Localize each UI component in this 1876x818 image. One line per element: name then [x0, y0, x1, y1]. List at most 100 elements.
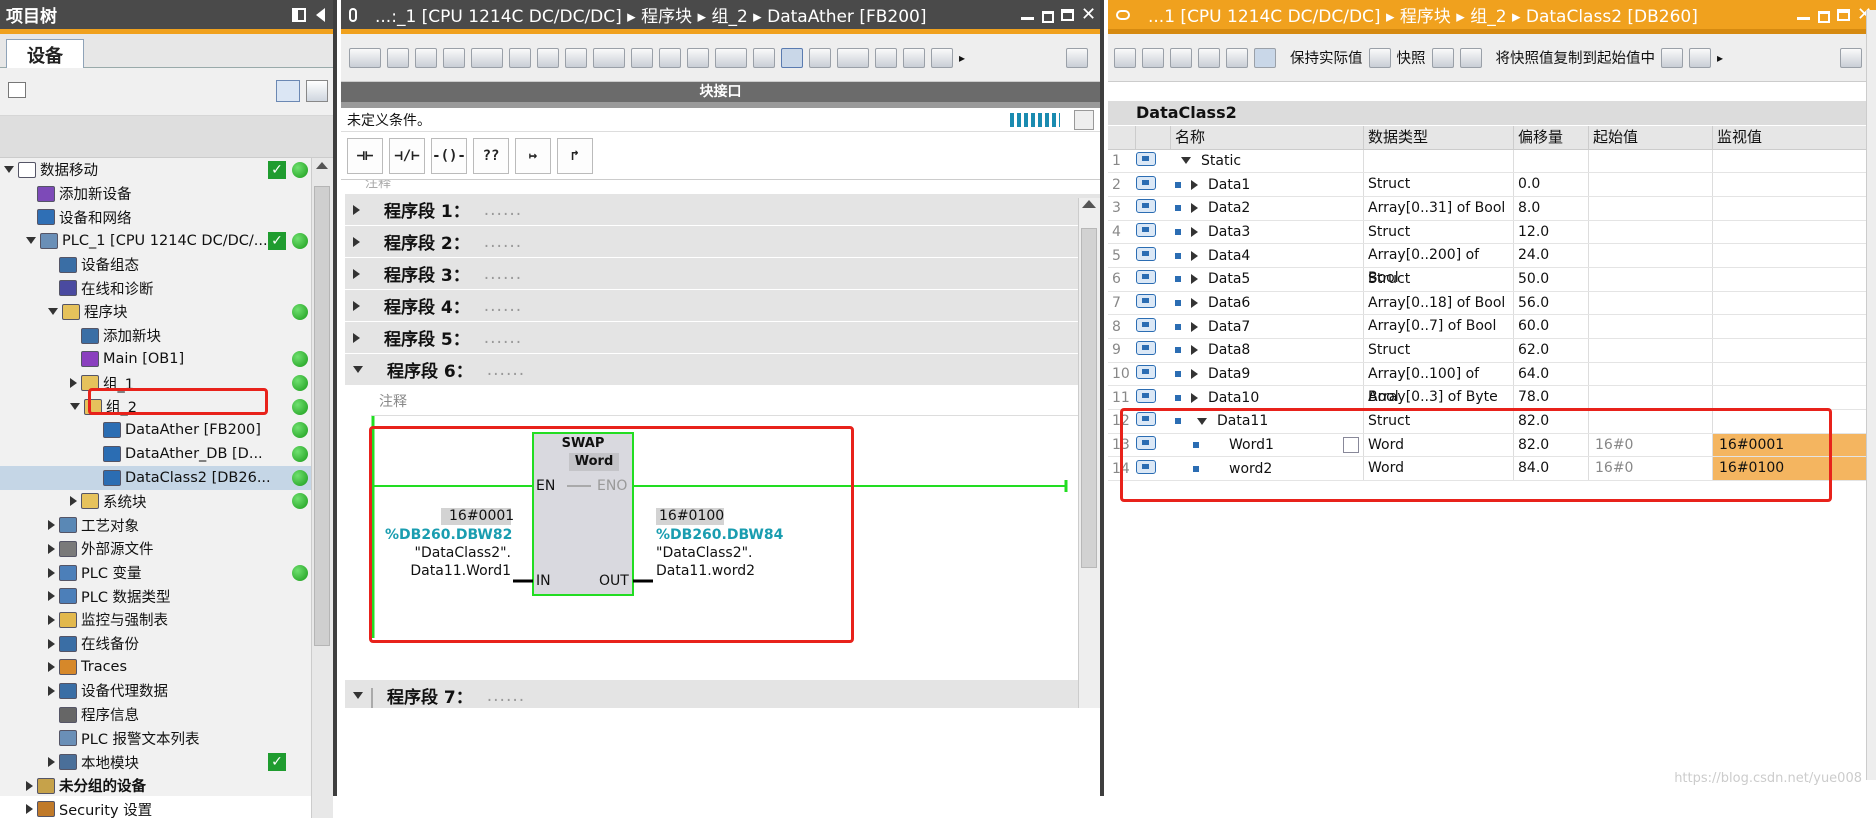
tree-item[interactable]: 程序块 — [0, 300, 333, 324]
open-branch-button[interactable]: ↦ — [515, 137, 551, 174]
tree-item[interactable]: 设备组态 — [0, 253, 333, 277]
tree-item[interactable]: DataClass2 [DB26... — [0, 465, 333, 490]
insert-row-icon[interactable] — [415, 47, 437, 68]
more-icon[interactable]: ▸ — [1717, 51, 1723, 65]
row-start-value[interactable] — [1589, 173, 1713, 196]
keep-actual-values-button[interactable]: 保持实际值 — [1290, 47, 1363, 68]
tree-item[interactable]: Main [OB1] — [0, 348, 333, 372]
add-row-icon[interactable] — [443, 47, 465, 68]
network-title-placeholder[interactable]: ...... — [487, 686, 525, 706]
panel-menu-icon[interactable] — [1066, 47, 1088, 68]
collapsed-arrow-icon[interactable] — [353, 204, 360, 215]
close-icon[interactable]: ✕ — [1081, 5, 1096, 23]
tree-item[interactable]: PLC 报警文本列表 — [0, 727, 333, 751]
collapsed-arrow-icon[interactable] — [48, 757, 55, 768]
row-name[interactable]: Data7 — [1208, 319, 1250, 335]
scroll-up-icon[interactable] — [1082, 200, 1096, 208]
row-datatype[interactable]: Struct — [1364, 267, 1514, 291]
collapsed-arrow-icon[interactable] — [70, 496, 77, 507]
go-to-icon[interactable] — [509, 47, 531, 68]
network-title-placeholder[interactable]: ...... — [487, 360, 525, 380]
close-branch-button[interactable]: ↱ — [557, 137, 593, 174]
scroll-thumb[interactable] — [314, 186, 330, 646]
table-view-icon[interactable] — [306, 80, 328, 102]
row-start-value[interactable] — [1589, 196, 1713, 220]
row-start-value[interactable] — [1589, 315, 1713, 338]
favorites-icon[interactable] — [781, 47, 803, 68]
restore-icon[interactable] — [1817, 9, 1830, 23]
row-name[interactable]: Data6 — [1208, 295, 1250, 311]
maximize-icon[interactable] — [1061, 8, 1074, 21]
collapsed-arrow-icon[interactable] — [48, 638, 55, 649]
tree-item[interactable]: 设备和网络 — [0, 205, 333, 229]
row-start-value[interactable] — [1589, 267, 1713, 291]
maximize-icon[interactable] — [1837, 8, 1850, 21]
tree-item[interactable]: 未分组的设备 — [0, 774, 333, 798]
absolute-icon[interactable] — [687, 47, 709, 68]
reset-start-icon[interactable] — [1661, 47, 1683, 68]
network-title-placeholder[interactable]: ...... — [484, 296, 522, 316]
list-icon[interactable] — [1226, 47, 1248, 68]
row-name[interactable]: Data8 — [1208, 342, 1250, 358]
collapsed-arrow-icon[interactable] — [1191, 250, 1198, 261]
db-table-row[interactable]: 8 Data7 Array[0..7] of Bool 60.0 — [1108, 315, 1876, 339]
row-name[interactable]: Data1 — [1208, 177, 1250, 193]
restore-icon[interactable] — [1041, 9, 1054, 23]
expanded-arrow-icon[interactable] — [1181, 157, 1191, 165]
comment-icon[interactable] — [659, 47, 681, 68]
row-start-value[interactable] — [1589, 362, 1713, 386]
overview-icon[interactable] — [8, 82, 26, 98]
row-start-value[interactable] — [1589, 220, 1713, 244]
compare-icon[interactable] — [875, 47, 897, 68]
db-table-row[interactable]: 6 Data5 Struct 50.0 — [1108, 267, 1876, 292]
monitor-icon[interactable] — [809, 47, 831, 68]
collapsed-arrow-icon[interactable] — [353, 332, 360, 343]
db-table-row[interactable]: 5 Data4 Array[0..200] of Bool 24.0 — [1108, 244, 1876, 286]
pin-icon[interactable] — [349, 7, 357, 22]
row-name[interactable]: Data3 — [1208, 224, 1250, 240]
tree-item[interactable]: 程序信息 — [0, 703, 333, 727]
row-datatype[interactable]: Array[0..100] of Bool — [1364, 362, 1514, 405]
network-title-placeholder[interactable]: ...... — [484, 264, 522, 284]
tree-item[interactable]: Security 设置 — [0, 798, 333, 818]
tree-item[interactable]: DataAther_DB [D... — [0, 442, 333, 466]
tree-item[interactable]: 外部源文件 — [0, 537, 333, 561]
network-title-placeholder[interactable]: ...... — [484, 200, 522, 220]
collapsed-arrow-icon[interactable] — [26, 804, 33, 815]
expanded-arrow-icon[interactable] — [4, 166, 14, 174]
collapsed-arrow-icon[interactable] — [353, 268, 360, 279]
tree-item[interactable]: PLC 数据类型 — [0, 584, 333, 608]
tree-item[interactable]: 监控与强制表 — [0, 608, 333, 632]
collapsed-arrow-icon[interactable] — [1191, 345, 1198, 356]
monitor-all-icon[interactable] — [1254, 47, 1276, 68]
collapsed-arrow-icon[interactable] — [1191, 392, 1198, 403]
row-name[interactable]: Data5 — [1208, 271, 1250, 287]
tree-item[interactable]: 数据移动 ✓ — [0, 158, 333, 182]
network-title-placeholder[interactable]: ...... — [484, 232, 522, 252]
expanded-arrow-icon[interactable] — [70, 403, 80, 411]
panel-layout-icon[interactable] — [292, 7, 306, 22]
db-table-row[interactable]: 4 Data3 Struct 12.0 — [1108, 220, 1876, 245]
row-datatype[interactable]: Array[0..7] of Bool — [1364, 315, 1514, 338]
tree-item[interactable]: DataAther [FB200] — [0, 419, 333, 443]
network-6-header[interactable]: 程序段 6：...... — [345, 354, 1100, 386]
list-icon[interactable] — [593, 47, 625, 68]
load-snapshot-icon[interactable] — [1431, 47, 1454, 68]
collapsed-arrow-icon[interactable] — [48, 543, 55, 554]
download-icon[interactable] — [903, 47, 925, 68]
collapsed-arrow-icon[interactable] — [1191, 321, 1198, 332]
upload-icon[interactable] — [931, 47, 953, 68]
tab-devices[interactable]: 设备 — [6, 39, 84, 69]
row-datatype[interactable]: Array[0..18] of Bool — [1364, 291, 1514, 315]
list-icon[interactable] — [565, 47, 587, 68]
collapsed-arrow-icon[interactable] — [48, 520, 55, 531]
link-icon[interactable] — [1116, 9, 1130, 20]
network-5-header[interactable]: 程序段 5：...... — [345, 322, 1100, 354]
no-contact-button[interactable]: ⊣⊢ — [347, 137, 383, 174]
tree-item[interactable]: 在线和诊断 — [0, 276, 333, 300]
copy-snapshot-to-start-button[interactable]: 将快照值复制到起始值中 — [1496, 47, 1656, 68]
collapse-icon[interactable] — [1198, 47, 1220, 68]
snapshot-db-icon[interactable] — [1368, 47, 1391, 68]
scroll-thumb[interactable] — [1081, 228, 1097, 568]
expanded-arrow-icon[interactable] — [353, 692, 363, 699]
